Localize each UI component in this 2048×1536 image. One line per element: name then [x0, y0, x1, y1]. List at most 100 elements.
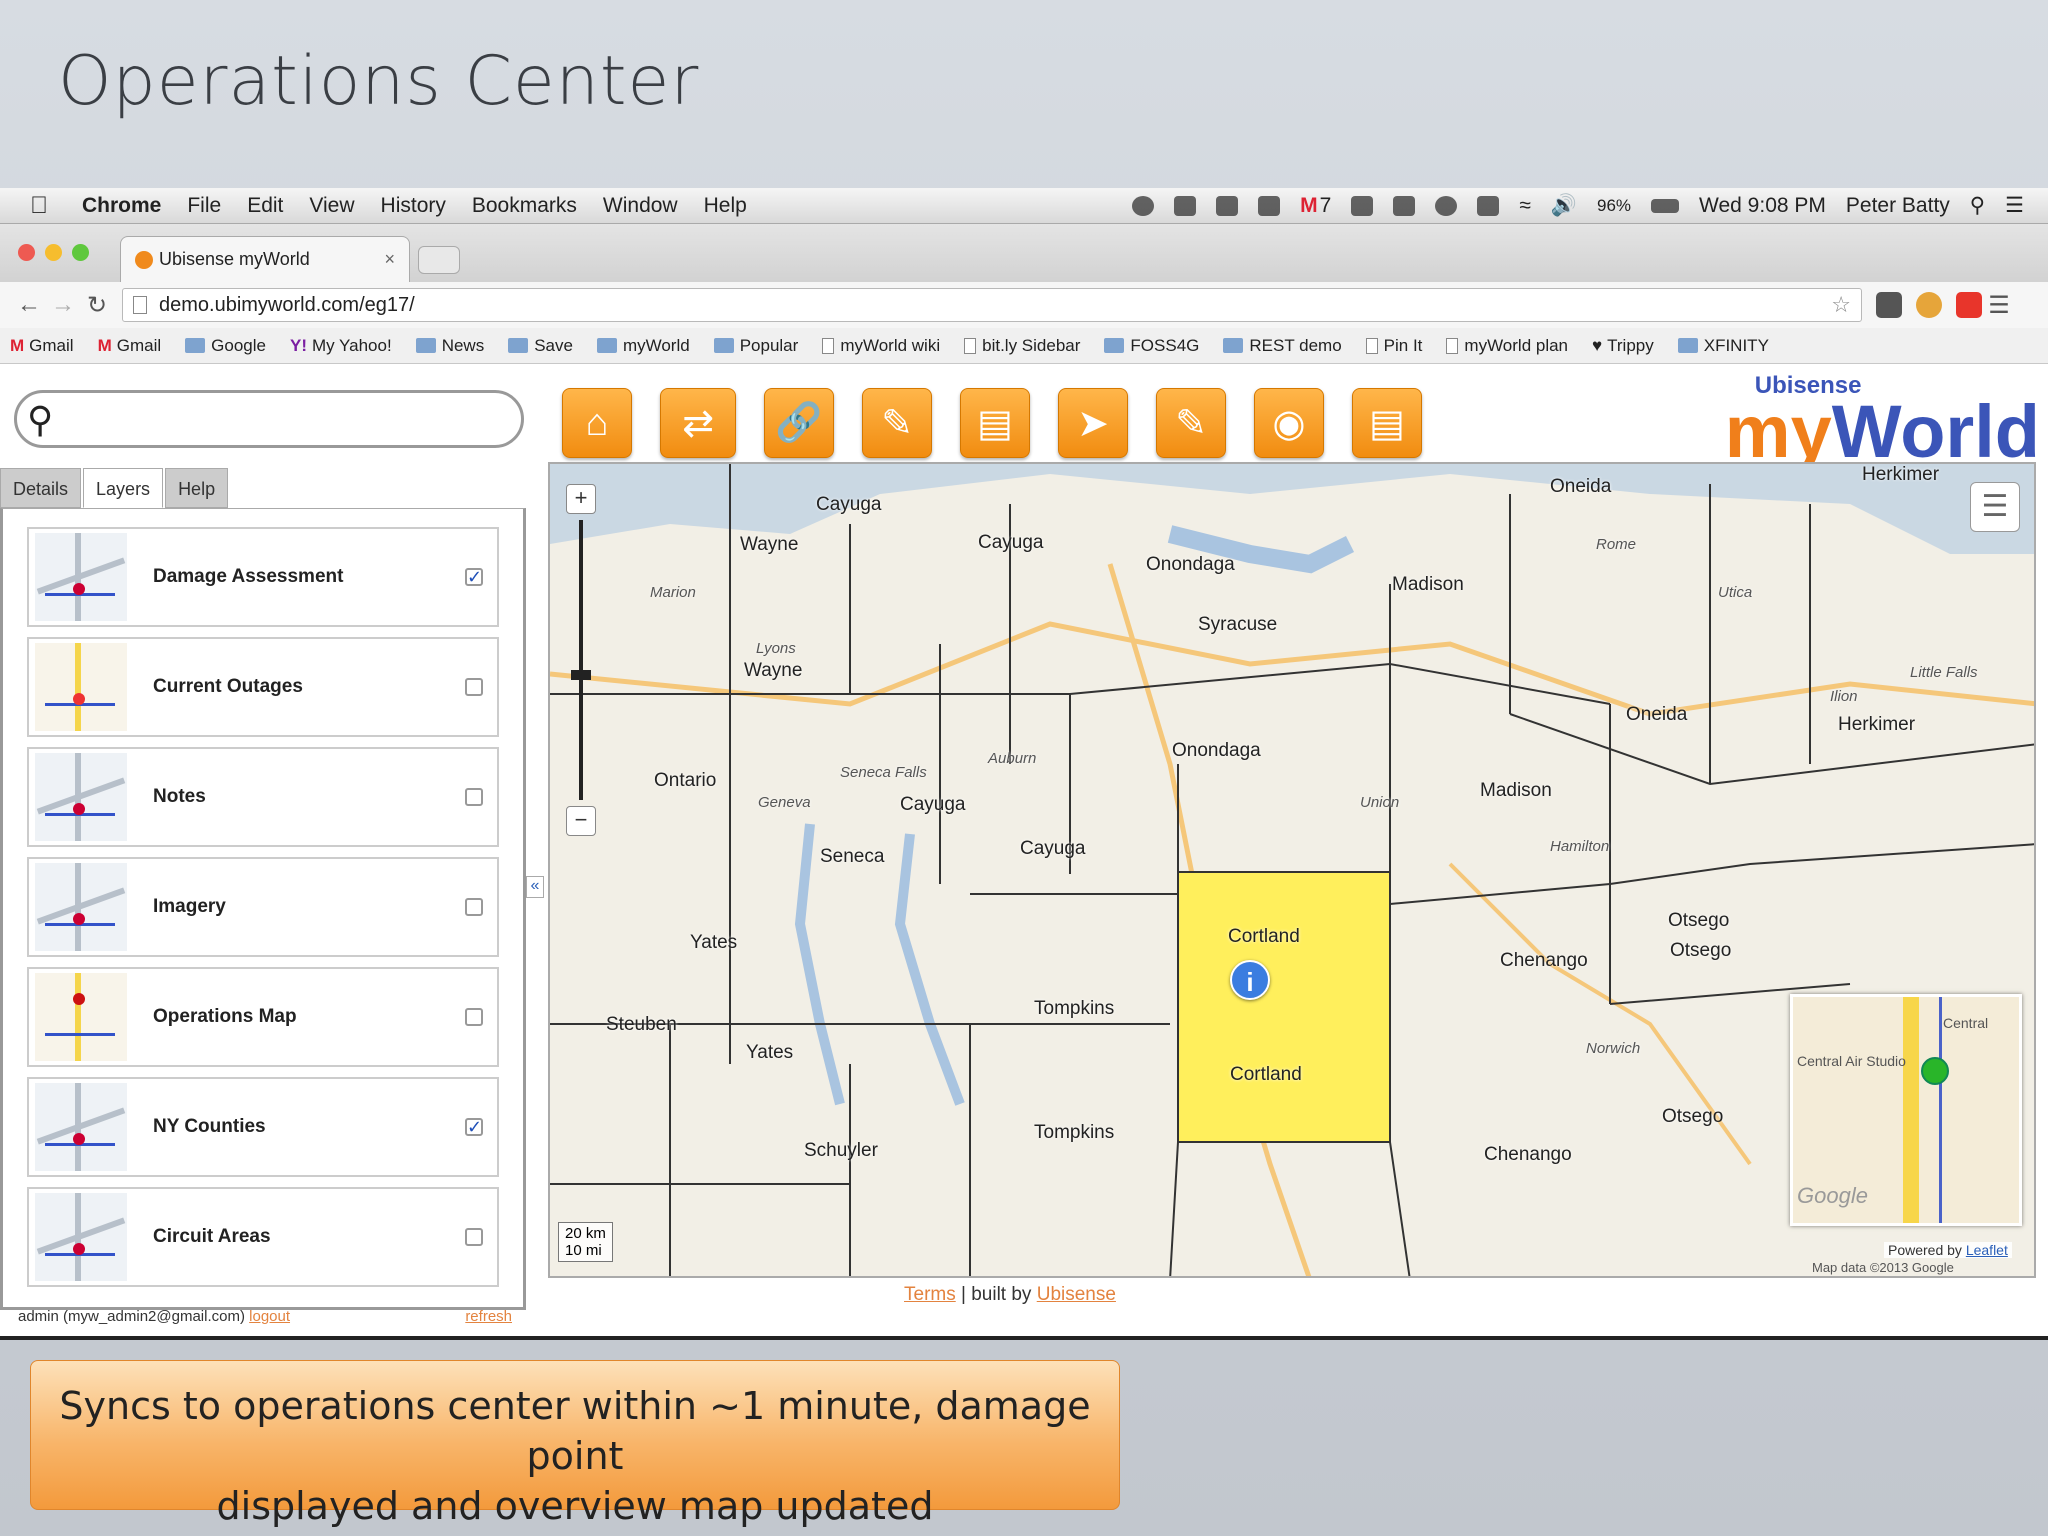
layer-checkbox[interactable]: [465, 678, 483, 696]
layer-checkbox[interactable]: ✓: [465, 1118, 483, 1136]
zoom-slider[interactable]: [571, 520, 591, 800]
chrome-menu-icon[interactable]: ☰: [1982, 291, 2016, 320]
minimize-window-button[interactable]: [45, 244, 62, 261]
bookmark-popular[interactable]: Popular: [713, 336, 798, 356]
edit-button[interactable]: ✎: [862, 388, 932, 458]
print-button[interactable]: ▤: [1352, 388, 1422, 458]
menu-history[interactable]: History: [381, 194, 446, 218]
close-window-button[interactable]: [18, 244, 35, 261]
leaflet-link[interactable]: Leaflet: [1966, 1242, 2008, 1258]
snapshot-button[interactable]: ◉: [1254, 388, 1324, 458]
wifi-icon[interactable]: ≈: [1519, 194, 1531, 218]
bookmark-myworld-wiki[interactable]: myWorld wiki: [822, 336, 940, 356]
bookmark-news[interactable]: News: [415, 336, 484, 356]
menubar-clock[interactable]: Wed 9:08 PM: [1699, 194, 1826, 218]
damage-point-marker[interactable]: i: [1230, 960, 1270, 1000]
layer-damage-assessment[interactable]: Damage Assessment ✓: [27, 527, 499, 627]
extension-c-icon[interactable]: [1956, 292, 1982, 318]
bookmark-rest-demo[interactable]: REST demo: [1223, 336, 1342, 356]
layer-current-outages[interactable]: Current Outages: [27, 637, 499, 737]
menu-file[interactable]: File: [187, 194, 221, 218]
tab-close-icon[interactable]: ×: [384, 249, 395, 270]
back-arrow-icon[interactable]: ←: [12, 291, 46, 319]
bookmark-foss4g[interactable]: FOSS4G: [1104, 336, 1199, 356]
zoom-out-button[interactable]: −: [566, 806, 596, 836]
logout-link[interactable]: logout: [249, 1308, 290, 1325]
forward-arrow-icon[interactable]: →: [46, 291, 80, 319]
bluetooth-icon[interactable]: [1477, 195, 1500, 216]
bookmark-trippy[interactable]: ♥ Trippy: [1592, 336, 1654, 356]
collapse-panel-button[interactable]: «: [526, 876, 544, 898]
bookmark-gmail-1[interactable]: M Gmail: [10, 336, 74, 356]
tab-help[interactable]: Help: [165, 468, 229, 508]
zoom-in-button[interactable]: +: [566, 484, 596, 514]
bookmark-label: myWorld: [622, 335, 690, 355]
extension-cookie-icon[interactable]: [1916, 292, 1942, 318]
menu-edit[interactable]: Edit: [247, 194, 283, 218]
ubisense-link[interactable]: Ubisense: [1037, 1284, 1116, 1305]
address-bar[interactable]: demo.ubimyworld.com/eg17/ ☆: [122, 288, 1862, 322]
bookmark-my-yahoo[interactable]: Y! My Yahoo!: [290, 336, 392, 356]
evernote-icon[interactable]: [1393, 195, 1416, 216]
bookmark-myworld-plan[interactable]: myWorld plan: [1446, 336, 1568, 356]
menu-view[interactable]: View: [309, 194, 354, 218]
dropbox-icon[interactable]: [1174, 195, 1197, 216]
locate-button[interactable]: ➤: [1058, 388, 1128, 458]
drive-icon[interactable]: [1216, 195, 1239, 216]
battery-icon[interactable]: [1651, 198, 1680, 213]
layer-ny-counties[interactable]: NY Counties ✓: [27, 1077, 499, 1177]
zoom-slider-handle[interactable]: [571, 670, 591, 680]
bookmark-star-icon[interactable]: ☆: [1831, 292, 1851, 318]
spotlight-icon[interactable]: ⚲: [1970, 193, 1985, 218]
layer-checkbox[interactable]: [465, 1228, 483, 1246]
gmail-notifier[interactable]: M7: [1300, 194, 1331, 218]
bookmark-gmail-2[interactable]: M Gmail: [98, 336, 162, 356]
layer-checkbox[interactable]: [465, 898, 483, 916]
layer-imagery[interactable]: Imagery: [27, 857, 499, 957]
menu-window[interactable]: Window: [603, 194, 678, 218]
bookmark-bitly-sidebar[interactable]: bit.ly Sidebar: [964, 336, 1080, 356]
overview-map[interactable]: Central Air Studio Central Google: [1790, 994, 2022, 1226]
layer-checkbox[interactable]: ✓: [465, 568, 483, 586]
menu-bookmarks[interactable]: Bookmarks: [472, 194, 577, 218]
layer-circuit-areas[interactable]: Circuit Areas: [27, 1187, 499, 1287]
zoom-window-button[interactable]: [72, 244, 89, 261]
volume-icon[interactable]: 🔊: [1551, 194, 1577, 218]
layer-checkbox[interactable]: [465, 1008, 483, 1026]
tab-layers[interactable]: Layers: [83, 468, 164, 508]
reload-icon[interactable]: ↻: [80, 291, 114, 320]
search-input[interactable]: [77, 401, 507, 437]
new-tab-button[interactable]: [418, 246, 460, 274]
browser-tab[interactable]: Ubisense myWorld ×: [120, 236, 410, 282]
link-button[interactable]: 🔗: [764, 388, 834, 458]
menu-help[interactable]: Help: [704, 194, 747, 218]
extension-evernote-icon[interactable]: [1876, 292, 1902, 318]
window-icon[interactable]: [1258, 195, 1281, 216]
time-machine-icon[interactable]: [1435, 195, 1458, 216]
refresh-link[interactable]: refresh: [465, 1308, 512, 1325]
home-button[interactable]: ⌂: [562, 388, 632, 458]
terms-link[interactable]: Terms: [904, 1284, 956, 1305]
measure-button[interactable]: ▤: [960, 388, 1030, 458]
attribution: Powered by Leaflet: [1884, 1242, 2012, 1258]
search-icon[interactable]: ⚲: [27, 399, 53, 441]
layer-switcher-icon[interactable]: ☰: [1970, 482, 2020, 532]
skype-icon[interactable]: [1132, 195, 1155, 216]
layer-checkbox[interactable]: [465, 788, 483, 806]
tab-details[interactable]: Details: [0, 468, 82, 508]
layer-operations-map[interactable]: Operations Map: [27, 967, 499, 1067]
prev-next-button[interactable]: ⇄: [660, 388, 736, 458]
map-view[interactable]: + − ☰ Cayuga Wayne Cayuga Onondaga Syrac…: [548, 462, 2036, 1278]
home-icon[interactable]: [1351, 195, 1374, 216]
bookmark-xfinity[interactable]: XFINITY: [1677, 336, 1769, 356]
bookmark-myworld[interactable]: myWorld: [596, 335, 690, 356]
bookmark-pin-it[interactable]: Pin It: [1365, 336, 1422, 356]
notification-center-icon[interactable]: ☰: [2005, 193, 2024, 218]
bookmark-save[interactable]: Save: [508, 336, 573, 356]
apple-icon[interactable]: : [30, 192, 60, 220]
layer-notes[interactable]: Notes: [27, 747, 499, 847]
menu-app-name[interactable]: Chrome: [82, 194, 161, 218]
markup-button[interactable]: ✎: [1156, 388, 1226, 458]
bookmark-google[interactable]: Google: [185, 336, 266, 356]
menubar-user[interactable]: Peter Batty: [1846, 194, 1950, 218]
